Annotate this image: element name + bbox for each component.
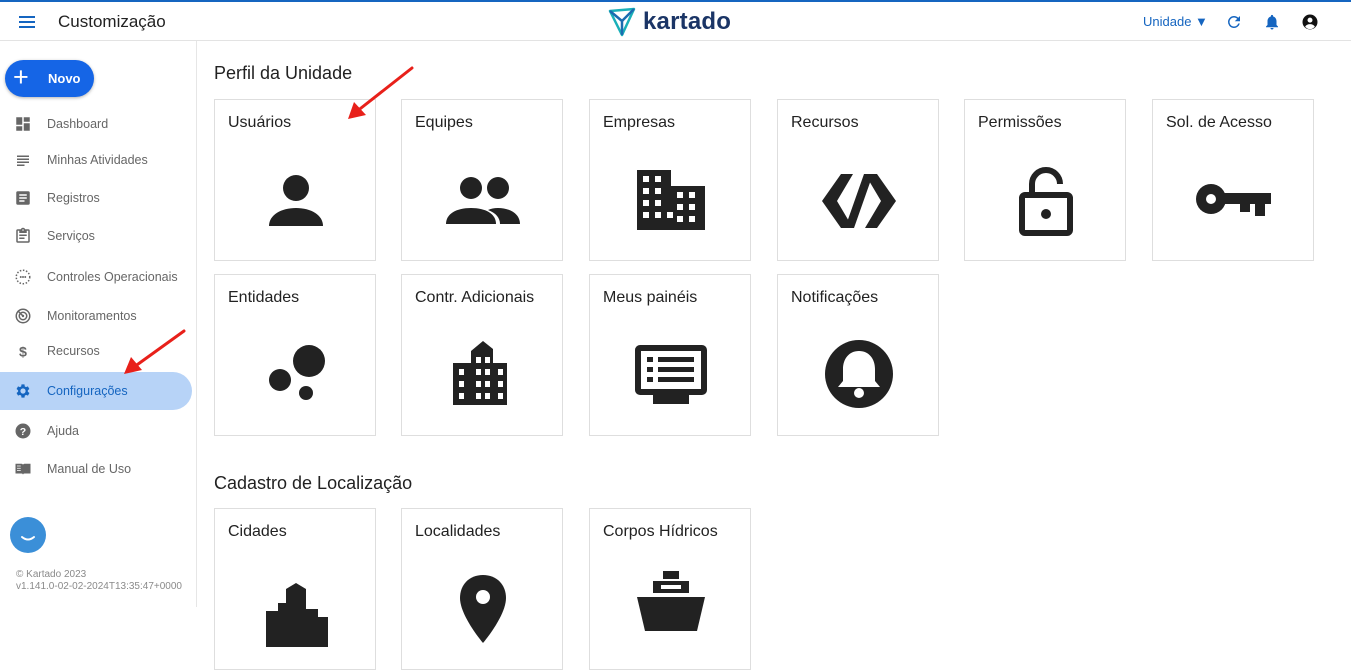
sidebar-item-label: Controles Operacionais	[47, 270, 178, 284]
code-slash-icon	[822, 174, 896, 228]
sidebar-item-label: Configurações	[47, 384, 128, 398]
sidebar-item-dashboard[interactable]: Dashboard	[0, 105, 192, 143]
chat-smile-icon	[21, 536, 35, 541]
card-label: Sol. de Acesso	[1166, 114, 1272, 131]
logo-text: kartado	[643, 8, 732, 35]
kartado-logo-icon	[608, 7, 636, 37]
sidebar-item-label: Monitoramentos	[47, 309, 137, 323]
sidebar-item-label: Recursos	[47, 344, 100, 358]
monitor-list-icon	[635, 345, 707, 404]
section-title-perfil: Perfil da Unidade	[214, 63, 353, 83]
sidebar-item-label: Minhas Atividades	[47, 153, 148, 167]
menu-icon[interactable]	[18, 13, 38, 31]
help-icon: ?	[15, 423, 31, 439]
section-title-cadastro: Cadastro de Localização	[214, 473, 413, 493]
card-permissoes[interactable]: Permissões	[964, 99, 1126, 261]
card-sol-de-acesso[interactable]: Sol. de Acesso	[1152, 99, 1314, 261]
card-label: Meus painéis	[603, 289, 698, 306]
footer: © Kartado 2023 v1.141.0-02-02-2024T13:35…	[16, 569, 182, 593]
book-icon	[15, 463, 31, 475]
card-label: Equipes	[415, 114, 473, 131]
bell-circle-icon	[825, 340, 893, 408]
bubbles-icon	[269, 345, 325, 400]
bell-icon[interactable]	[1263, 13, 1281, 31]
sidebar: + Novo Dashboard Minhas Atividades Regis…	[0, 41, 197, 607]
card-contr-adicionais[interactable]: Contr. Adicionais	[401, 274, 563, 436]
location-pin-icon	[460, 575, 506, 643]
radar-icon	[15, 308, 31, 324]
document-icon	[16, 191, 30, 205]
new-button[interactable]: + Novo	[5, 60, 94, 97]
ship-icon	[637, 571, 705, 631]
sidebar-item-manual-de-uso[interactable]: Manual de Uso	[0, 450, 192, 488]
card-empresas[interactable]: Empresas	[589, 99, 751, 261]
people-icon	[446, 177, 520, 224]
card-label: Localidades	[415, 523, 501, 540]
card-equipes[interactable]: Equipes	[401, 99, 563, 261]
card-label: Empresas	[603, 114, 676, 131]
gear-icon	[16, 384, 30, 398]
card-corpos-hidricos[interactable]: Corpos Hídricos	[589, 508, 751, 670]
card-label: Cidades	[228, 523, 287, 540]
card-localidades[interactable]: Localidades	[401, 508, 563, 670]
refresh-icon[interactable]	[1225, 13, 1243, 31]
key-icon	[1196, 184, 1271, 216]
city-icon	[266, 583, 328, 647]
sidebar-item-recursos[interactable]: $ Recursos	[0, 332, 192, 370]
sidebar-item-label: Registros	[47, 191, 100, 205]
building-icon	[637, 170, 705, 230]
list-icon	[17, 155, 29, 166]
svg-text:$: $	[19, 344, 27, 360]
card-label: Entidades	[228, 289, 300, 306]
dollar-icon: $	[19, 344, 27, 360]
account-icon[interactable]	[1301, 13, 1319, 31]
card-label: Notificações	[791, 289, 879, 306]
sidebar-item-label: Manual de Uso	[47, 462, 132, 476]
copyright-text: © Kartado 2023	[16, 569, 87, 580]
card-label: Corpos Hídricos	[603, 523, 718, 540]
clipboard-icon	[16, 227, 30, 243]
card-label: Usuários	[228, 114, 292, 131]
unlocked-padlock-icon	[1019, 167, 1073, 236]
page-title: Customização	[58, 12, 166, 31]
card-meus-paineis[interactable]: Meus painéis	[589, 274, 751, 436]
sidebar-item-servicos[interactable]: Serviços	[0, 217, 192, 255]
card-recursos[interactable]: Recursos	[777, 99, 939, 261]
card-label: Recursos	[791, 114, 859, 131]
sidebar-item-label: Dashboard	[47, 117, 109, 131]
sidebar-item-configuracoes[interactable]: Configurações	[0, 372, 192, 410]
card-cidades[interactable]: Cidades	[214, 508, 376, 670]
person-icon	[269, 175, 323, 226]
card-label: Permissões	[978, 114, 1062, 131]
sidebar-item-monitoramentos[interactable]: Monitoramentos	[0, 297, 192, 335]
sidebar-item-controles-operacionais[interactable]: Controles Operacionais	[0, 258, 192, 296]
sidebar-item-ajuda[interactable]: ? Ajuda	[0, 412, 192, 450]
sidebar-item-label: Serviços	[47, 229, 95, 243]
card-entidades[interactable]: Entidades	[214, 274, 376, 436]
top-bar: Customização kartado Unidade ▼	[0, 0, 1351, 41]
sidebar-item-minhas-atividades[interactable]: Minhas Atividades	[0, 141, 192, 179]
card-label: Contr. Adicionais	[415, 289, 535, 306]
chat-bubble-button[interactable]	[10, 517, 46, 553]
version-text: v1.141.0-02-02-2024T13:35:47+0000	[16, 581, 182, 592]
new-button-label: Novo	[48, 71, 81, 86]
unit-selector[interactable]: Unidade ▼	[1143, 14, 1208, 29]
svg-text:?: ?	[20, 426, 26, 438]
city-building-icon	[453, 341, 507, 405]
sidebar-item-label: Ajuda	[47, 424, 79, 438]
dashboard-icon	[16, 117, 30, 131]
sidebar-item-registros[interactable]: Registros	[0, 179, 192, 217]
plus-icon: +	[13, 62, 29, 92]
dotted-circle-icon	[15, 269, 31, 285]
logo[interactable]: kartado	[608, 7, 731, 37]
card-notificacoes[interactable]: Notificações	[777, 274, 939, 436]
card-usuarios[interactable]: Usuários	[214, 99, 376, 261]
